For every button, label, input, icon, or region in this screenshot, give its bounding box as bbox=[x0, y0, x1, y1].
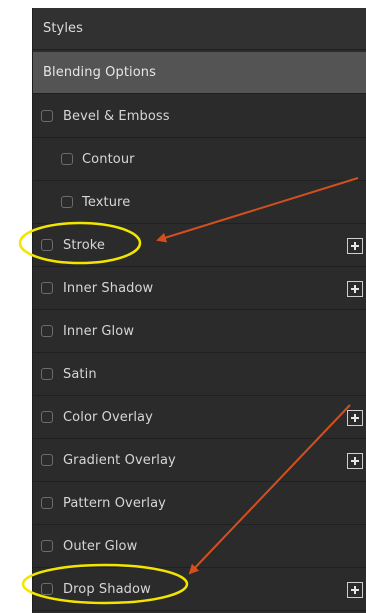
plus-box-icon[interactable] bbox=[347, 453, 363, 469]
plus-box-icon[interactable] bbox=[347, 238, 363, 254]
style-item-label: Stroke bbox=[63, 238, 106, 253]
style-item-label: Contour bbox=[82, 152, 135, 167]
checkbox-icon[interactable] bbox=[41, 411, 53, 423]
style-item-inner-shadow[interactable]: Inner Shadow bbox=[33, 268, 366, 310]
style-item-label: Bevel & Emboss bbox=[63, 109, 170, 124]
style-item-bevel-emboss[interactable]: Bevel & Emboss bbox=[33, 96, 366, 138]
style-item-pattern-overlay[interactable]: Pattern Overlay bbox=[33, 483, 366, 525]
style-item-texture[interactable]: Texture bbox=[33, 182, 366, 224]
layer-styles-panel: Styles Blending Options Bevel & Emboss C… bbox=[32, 8, 366, 613]
style-item-satin[interactable]: Satin bbox=[33, 354, 366, 396]
checkbox-icon[interactable] bbox=[41, 239, 53, 251]
style-item-color-overlay[interactable]: Color Overlay bbox=[33, 397, 366, 439]
checkbox-icon[interactable] bbox=[41, 282, 53, 294]
style-item-contour[interactable]: Contour bbox=[33, 139, 366, 181]
checkbox-icon[interactable] bbox=[41, 540, 53, 552]
styles-header-label: Styles bbox=[43, 21, 84, 36]
checkbox-icon[interactable] bbox=[41, 110, 53, 122]
checkbox-icon[interactable] bbox=[41, 325, 53, 337]
style-item-gradient-overlay[interactable]: Gradient Overlay bbox=[33, 440, 366, 482]
plus-box-icon[interactable] bbox=[347, 410, 363, 426]
checkbox-icon[interactable] bbox=[61, 153, 73, 165]
style-item-label: Color Overlay bbox=[63, 410, 153, 425]
blending-options-row[interactable]: Blending Options bbox=[33, 52, 366, 94]
checkbox-icon[interactable] bbox=[61, 196, 73, 208]
style-item-outer-glow[interactable]: Outer Glow bbox=[33, 526, 366, 568]
checkbox-icon[interactable] bbox=[41, 583, 53, 595]
checkbox-icon[interactable] bbox=[41, 497, 53, 509]
style-item-drop-shadow[interactable]: Drop Shadow bbox=[33, 569, 366, 611]
styles-header[interactable]: Styles bbox=[33, 8, 366, 50]
style-item-stroke[interactable]: Stroke bbox=[33, 225, 366, 267]
plus-box-icon[interactable] bbox=[347, 281, 363, 297]
style-item-label: Texture bbox=[82, 195, 131, 210]
blending-options-label: Blending Options bbox=[43, 65, 157, 80]
checkbox-icon[interactable] bbox=[41, 454, 53, 466]
plus-box-icon[interactable] bbox=[347, 582, 363, 598]
style-item-label: Gradient Overlay bbox=[63, 453, 176, 468]
style-item-label: Inner Shadow bbox=[63, 281, 154, 296]
style-item-inner-glow[interactable]: Inner Glow bbox=[33, 311, 366, 353]
style-item-label: Satin bbox=[63, 367, 97, 382]
style-item-label: Drop Shadow bbox=[63, 582, 151, 597]
checkbox-icon[interactable] bbox=[41, 368, 53, 380]
style-item-label: Inner Glow bbox=[63, 324, 135, 339]
style-item-label: Outer Glow bbox=[63, 539, 138, 554]
style-item-label: Pattern Overlay bbox=[63, 496, 166, 511]
